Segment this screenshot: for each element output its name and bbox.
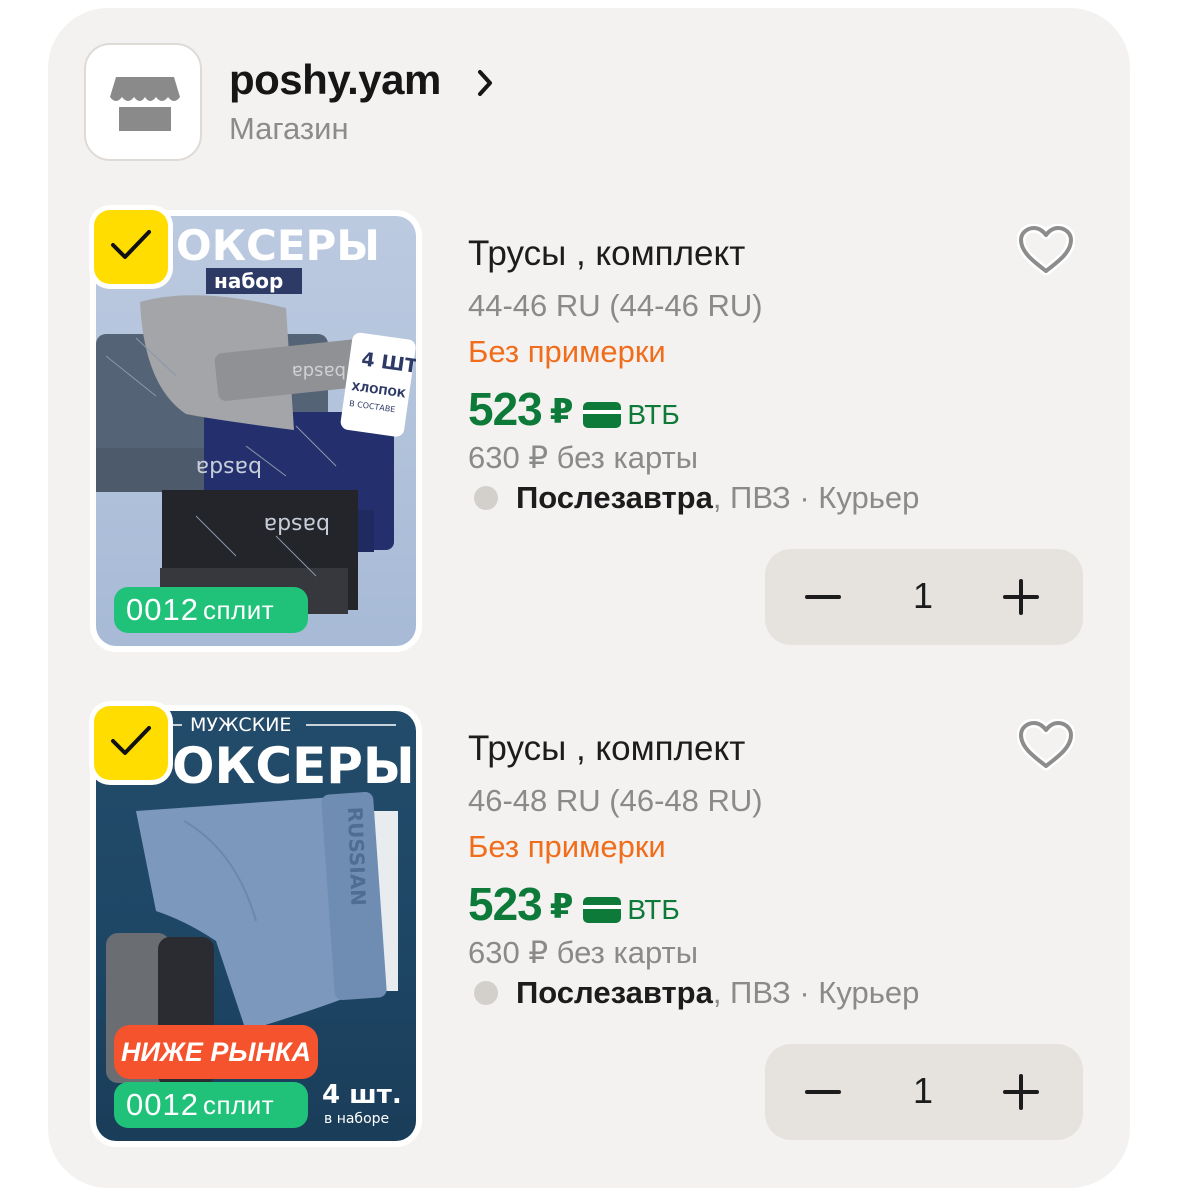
card-price: 523 xyxy=(468,878,543,930)
quantity-stepper: 1 xyxy=(765,1044,1083,1140)
price-without-card: 630 ₽ без карты xyxy=(468,440,698,475)
currency: ₽ xyxy=(549,393,574,431)
fit-note: Без примерки xyxy=(468,334,666,369)
svg-text:4 шт.: 4 шт. xyxy=(322,1080,402,1110)
price-without-card: 630 ₽ без карты xyxy=(468,935,698,970)
status-dot xyxy=(474,486,498,510)
delivery-day: Послезавтра xyxy=(516,480,713,515)
decrease-button[interactable] xyxy=(805,581,845,613)
decrease-button[interactable] xyxy=(805,1076,845,1108)
price-row: 523 ₽ ВТБ xyxy=(468,386,680,432)
promo-badge: НИЖЕ РЫНКА xyxy=(114,1025,318,1079)
store-name[interactable]: poshy.yam xyxy=(229,56,441,104)
delivery-day: Послезавтра xyxy=(516,975,713,1010)
heart-icon[interactable] xyxy=(1017,224,1075,276)
quantity-value: 1 xyxy=(912,575,934,616)
svg-text:basda: basda xyxy=(264,512,330,537)
status-dot xyxy=(474,981,498,1005)
product-title[interactable]: Трусы , комплект xyxy=(468,234,745,274)
split-label: сплит xyxy=(202,1089,275,1120)
svg-text:МУЖСКИЕ: МУЖСКИЕ xyxy=(190,714,291,736)
select-checkbox[interactable] xyxy=(94,210,168,284)
quantity-stepper: 1 xyxy=(765,549,1083,645)
currency: ₽ xyxy=(549,888,574,926)
split-amount: 0012 xyxy=(126,1087,199,1122)
quantity-value: 1 xyxy=(912,1070,934,1111)
svg-text:basda: basda xyxy=(196,455,262,480)
svg-text:ОКСЕРЫ: ОКСЕРЫ xyxy=(176,221,380,270)
increase-button[interactable] xyxy=(1001,1072,1041,1112)
product-size: 44-46 RU (44-46 RU) xyxy=(468,288,763,323)
bank-name: ВТБ xyxy=(627,399,680,430)
increase-button[interactable] xyxy=(1001,577,1041,617)
heart-icon[interactable] xyxy=(1017,719,1075,771)
fit-note: Без примерки xyxy=(468,829,666,864)
svg-text:RUSSIAN: RUSSIAN xyxy=(343,806,370,906)
svg-text:ОКСЕРЫ: ОКСЕРЫ xyxy=(172,737,415,795)
svg-text:в наборе: в наборе xyxy=(324,1111,389,1127)
bank-card-icon xyxy=(583,897,622,923)
split-amount: 0012 xyxy=(126,592,199,627)
checkmark-icon xyxy=(111,726,151,755)
delivery-options: , ПВЗ · Курьер xyxy=(712,480,920,515)
product-size: 46-48 RU (46-48 RU) xyxy=(468,783,763,818)
delivery-info: Послезавтра , ПВЗ · Курьер xyxy=(474,975,919,1011)
select-checkbox[interactable] xyxy=(94,706,168,780)
card-price: 523 xyxy=(468,383,543,435)
bank-name: ВТБ xyxy=(627,894,680,925)
store-subtitle: Магазин xyxy=(229,111,349,146)
chevron-right-icon[interactable] xyxy=(476,68,494,98)
split-label: сплит xyxy=(202,594,275,625)
svg-text:basda: basda xyxy=(292,361,346,382)
store-logo[interactable] xyxy=(84,43,202,161)
checkmark-icon xyxy=(111,230,151,259)
price-row: 523 ₽ ВТБ xyxy=(468,881,680,927)
svg-text:набор: набор xyxy=(214,269,283,293)
product-title[interactable]: Трусы , комплект xyxy=(468,729,745,769)
storefront-icon xyxy=(110,77,180,131)
bank-card-icon xyxy=(583,402,622,428)
delivery-info: Послезавтра , ПВЗ · Курьер xyxy=(474,480,919,516)
split-badge: 0012 сплит xyxy=(114,587,308,633)
split-badge: 0012 сплит xyxy=(114,1082,308,1128)
delivery-options: , ПВЗ · Курьер xyxy=(712,975,920,1010)
